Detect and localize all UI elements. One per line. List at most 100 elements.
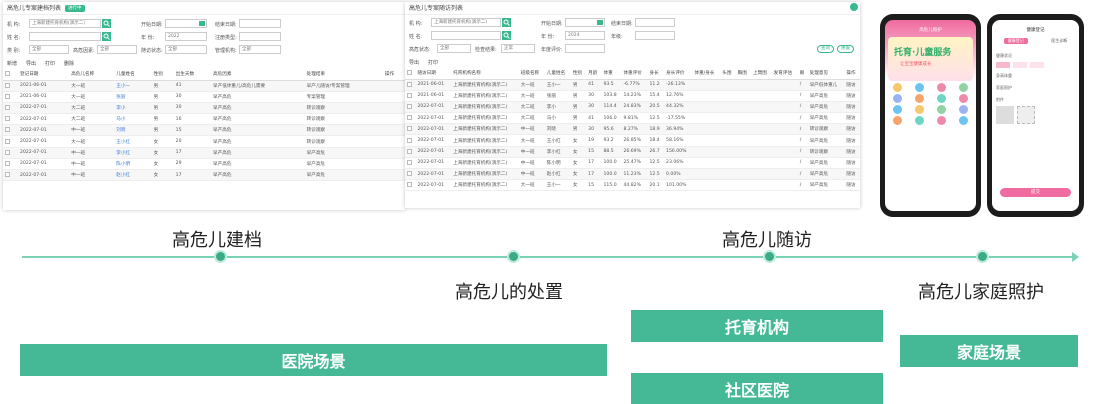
reset-button[interactable]: 重置 [837,45,854,53]
export-button[interactable]: 导出 [409,59,419,66]
table-row[interactable]: 2022-07-01 上海新建托育机构(演示二) 大一班 王小红女 19 93.2 26.8… [405,134,860,147]
row-checkbox[interactable] [405,123,416,136]
name-search-button[interactable] [102,32,111,41]
checkbox-icon[interactable] [5,70,10,76]
table-row[interactable]: 2022-07-01 大二班 马小男 16 早产高危 转诊观察 [3,113,405,126]
checkbox-icon[interactable] [5,149,10,155]
table-row[interactable]: 2022-07-01 大二班 李小男 30 早产高危 转诊观察 [3,102,405,115]
row-checkbox[interactable] [3,158,19,171]
print-button[interactable]: 打印 [45,60,55,67]
org-search-button[interactable] [502,18,511,27]
checkbox-icon[interactable] [5,138,10,144]
row-checkbox[interactable] [405,112,416,125]
checkbox-icon[interactable] [5,127,10,133]
checkbox-icon[interactable] [5,160,10,166]
checkbox-icon[interactable] [5,104,10,110]
row-checkbox[interactable] [405,179,416,192]
table-row[interactable]: 2022-07-01 上海新建托育机构(演示二) 大一班 王小一女 15 115.0 44.… [405,179,860,192]
check-result-select[interactable]: 正常 [501,44,535,53]
export-button[interactable]: 导出 [26,60,36,67]
table-row[interactable]: 2022-07-01 大一班 王小红女 20 早产高危 转诊观察 [3,135,405,148]
service-icon[interactable] [915,105,925,114]
table-row[interactable]: 2021-06-01 上海新建托育机构(演示二) 大一班 王小一男 41 93.5 -6.7… [405,79,860,91]
checkbox-icon[interactable] [407,69,412,75]
table-row[interactable]: 2022-07-01 上海新建托育机构(演示二) 中一班 李小红女 15 88.5 26.6… [405,146,860,158]
table-row[interactable]: 2022-07-01 中一班 刘晓男 15 早产高危 转诊观察 [3,124,405,137]
service-icon[interactable] [958,116,968,125]
service-icon[interactable] [893,94,903,103]
table-row[interactable]: 2022-07-01 上海新建托育机构(演示二) 大二班 马小男 41 106.0 9.81… [405,112,860,125]
service-icon[interactable] [958,105,968,114]
row-checkbox[interactable] [3,135,19,148]
table-cell[interactable]: 李小红 [114,147,152,159]
follow-status-select[interactable]: 全部 [165,45,207,54]
service-icon[interactable] [936,116,946,125]
category-select[interactable]: 全部 [29,45,69,54]
checkbox-icon[interactable] [407,126,412,132]
option-chip[interactable] [1030,62,1044,68]
add-button[interactable]: 新增 [7,60,17,67]
checkbox-icon[interactable] [407,92,412,98]
table-cell[interactable]: 王小红 [114,135,152,148]
row-checkbox[interactable] [405,168,416,181]
service-icon[interactable] [915,83,925,92]
risk-select[interactable]: 全部 [97,45,137,54]
add-photo-icon[interactable] [1017,106,1035,124]
row-checkbox[interactable] [405,101,416,114]
table-cell[interactable]: 陈小明 [114,158,152,171]
query-button[interactable]: 查询 [817,45,834,53]
table-cell[interactable]: 赵小红 [114,169,152,182]
end-date-input[interactable] [635,18,675,27]
row-checkbox[interactable] [405,79,416,91]
checkbox-icon[interactable] [5,82,10,88]
service-icon[interactable] [893,116,903,125]
name-input[interactable] [29,32,101,41]
status-select[interactable]: 全部 [437,44,471,53]
select-all-checkbox[interactable] [3,68,19,81]
delete-button[interactable]: 删除 [64,60,74,67]
table-row[interactable]: 2022-07-01 上海新建托育机构(演示二) 中一班 刘晓男 30 95.6 8.27%… [405,123,860,136]
table-row[interactable]: 2022-07-01 上海新建托育机构(演示二) 中一班 陈小明女 17 100.0 25.… [405,157,860,170]
service-icon[interactable] [893,105,903,114]
close-icon[interactable] [850,3,858,11]
end-date-input[interactable] [239,19,281,28]
row-checkbox[interactable] [3,80,19,92]
checkbox-icon[interactable] [407,148,412,154]
service-icon[interactable] [915,116,925,125]
table-row[interactable]: 2022-07-01 中一班 赵小红女 17 早产高危 早产高危 [3,169,405,182]
row-checkbox[interactable] [405,90,416,102]
service-icon[interactable] [893,83,903,92]
service-icon[interactable] [936,105,946,114]
row-checkbox[interactable] [3,124,19,137]
table-cell[interactable]: 马小 [114,113,152,126]
row-checkbox[interactable] [3,147,19,159]
table-row[interactable]: 2022-07-01 上海新建托育机构(演示二) 大二班 李小男 30 114.4 24.8… [405,101,860,114]
tab-diagnosis[interactable]: 医生诊断 [1051,38,1067,44]
tab-health[interactable]: 健康登记 [1003,38,1028,44]
start-date-input[interactable] [165,19,207,28]
name-input[interactable] [431,31,501,40]
table-cell[interactable]: 张丽 [114,91,152,103]
table-cell[interactable]: 王小一 [114,80,152,92]
checkbox-icon[interactable] [407,182,412,188]
row-checkbox[interactable] [3,113,19,126]
org-select[interactable]: 上海新建托育机构(演示二) [431,18,501,27]
option-chip[interactable] [1013,62,1027,68]
table-row[interactable]: 2022-07-01 上海新建托育机构(演示二) 中一班 赵小红女 17 100.0 11.… [405,168,860,181]
year-select[interactable]: 2022 [165,32,207,41]
table-cell[interactable]: 李小 [114,102,152,115]
row-checkbox[interactable] [3,169,19,182]
service-icon[interactable] [958,94,968,103]
table-row[interactable]: 2021-06-01 大一班 王小一男 41 早产低体重儿/高危儿需要 早产儿随访/专案管… [3,80,405,92]
row-checkbox[interactable] [405,157,416,170]
checkbox-icon[interactable] [407,81,412,87]
row-checkbox[interactable] [3,102,19,115]
checkbox-icon[interactable] [407,137,412,143]
name-search-button[interactable] [502,31,511,40]
checkbox-icon[interactable] [5,116,10,122]
org-select[interactable]: 上海新建托育机构(演示二) [29,19,101,28]
class-select[interactable] [635,31,675,40]
row-checkbox[interactable] [405,134,416,147]
checkbox-icon[interactable] [407,171,412,177]
checkbox-icon[interactable] [5,93,10,99]
